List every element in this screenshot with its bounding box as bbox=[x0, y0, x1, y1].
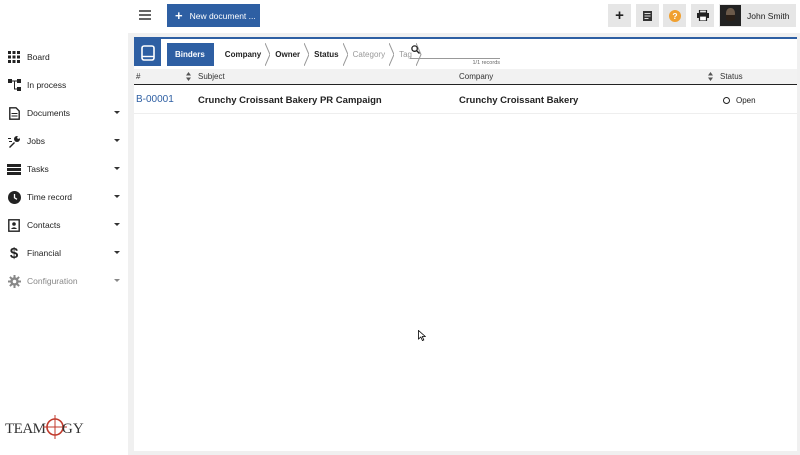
sidebar-item-label: Tasks bbox=[27, 164, 49, 174]
column-header-id[interactable]: # bbox=[136, 72, 140, 81]
sort-icon[interactable] bbox=[708, 72, 713, 81]
filter-breadcrumb: Binders Company Owner Status Category Ta… bbox=[167, 43, 422, 66]
filter-label: Category bbox=[352, 50, 386, 59]
dollar-icon: $ bbox=[9, 244, 19, 262]
filter-label: Status bbox=[314, 50, 339, 59]
filter-label: Binders bbox=[175, 50, 205, 59]
chevron-down-icon bbox=[114, 223, 120, 226]
flow-icon bbox=[7, 78, 21, 92]
mouse-cursor-icon bbox=[418, 330, 426, 341]
help-button[interactable]: ? bbox=[663, 4, 686, 27]
chevron-down-icon bbox=[114, 251, 120, 254]
sidebar-item-label: Documents bbox=[27, 108, 70, 118]
sidebar-item-configuration[interactable]: Configuration bbox=[0, 267, 128, 295]
sidebar-item-contacts[interactable]: Contacts bbox=[0, 211, 128, 239]
binder-view-button[interactable] bbox=[134, 39, 161, 66]
avatar bbox=[720, 5, 741, 26]
chevron-down-icon bbox=[114, 279, 120, 282]
records-count: 1/1 records bbox=[472, 60, 500, 66]
column-header-company[interactable]: Company bbox=[459, 72, 493, 81]
plus-icon: + bbox=[175, 8, 183, 23]
sidebar-item-label: Time record bbox=[27, 192, 73, 202]
sidebar-item-jobs[interactable]: Jobs bbox=[0, 127, 128, 155]
status-open-icon bbox=[723, 97, 730, 104]
notes-icon bbox=[643, 10, 652, 21]
print-button[interactable] bbox=[691, 4, 714, 27]
sidebar-item-label: Contacts bbox=[27, 220, 61, 230]
panel-accent-line bbox=[134, 37, 797, 39]
grid-icon bbox=[7, 50, 21, 64]
document-icon bbox=[7, 106, 21, 120]
chevron-down-icon bbox=[114, 111, 120, 114]
status-badge: Open bbox=[723, 96, 756, 105]
filter-label: Company bbox=[224, 50, 262, 59]
new-document-label: New document ... bbox=[189, 10, 256, 21]
notes-button[interactable] bbox=[636, 4, 659, 27]
filter-label: Owner bbox=[275, 50, 301, 59]
tasks-icon bbox=[7, 162, 21, 176]
sidebar-item-label: In process bbox=[27, 80, 67, 90]
sidebar-item-documents[interactable]: Documents bbox=[0, 99, 128, 127]
sidebar-item-in-process[interactable]: In process bbox=[0, 71, 128, 99]
svg-text:TEAM: TEAM bbox=[5, 421, 46, 437]
filter-company[interactable]: Company bbox=[213, 43, 271, 66]
sidebar-item-label: Financial bbox=[27, 248, 62, 258]
sidebar-item-label: Jobs bbox=[27, 136, 45, 146]
svg-text:GY: GY bbox=[62, 421, 84, 437]
search-icon bbox=[411, 45, 420, 54]
new-document-button[interactable]: + New document ... bbox=[167, 4, 260, 27]
add-icon: + bbox=[615, 7, 624, 24]
sidebar-nav: Board In process Documents Jobs Tasks Ti… bbox=[0, 43, 128, 295]
column-header-subject[interactable]: Subject bbox=[198, 72, 225, 81]
filter-status[interactable]: Status bbox=[309, 43, 349, 66]
sidebar-item-time-record[interactable]: Time record bbox=[0, 183, 128, 211]
user-menu[interactable]: John Smith bbox=[719, 4, 796, 27]
sidebar: Board In process Documents Jobs Tasks Ti… bbox=[0, 0, 128, 455]
svg-text:?: ? bbox=[672, 11, 677, 21]
row-subject: Crunchy Croissant Bakery PR Campaign bbox=[198, 95, 382, 106]
book-icon bbox=[140, 44, 155, 61]
search-box bbox=[410, 45, 500, 59]
gear-icon bbox=[7, 274, 21, 288]
help-icon: ? bbox=[668, 9, 681, 22]
table-row[interactable]: B-00001 Crunchy Croissant Bakery PR Camp… bbox=[134, 86, 797, 114]
chevron-down-icon bbox=[114, 167, 120, 170]
user-name: John Smith bbox=[747, 10, 790, 21]
filter-category[interactable]: Category bbox=[347, 43, 395, 66]
sort-icon[interactable] bbox=[186, 72, 191, 81]
binder-id-link[interactable]: B-00001 bbox=[136, 94, 174, 105]
filter-binders[interactable]: Binders bbox=[167, 43, 220, 66]
search-input[interactable] bbox=[424, 45, 498, 57]
filter-owner[interactable]: Owner bbox=[270, 43, 310, 66]
chevron-down-icon bbox=[114, 195, 120, 198]
sidebar-item-financial[interactable]: $ Financial bbox=[0, 239, 128, 267]
contact-card-icon bbox=[7, 218, 21, 232]
sidebar-item-label: Configuration bbox=[27, 276, 78, 286]
sidebar-item-board[interactable]: Board bbox=[0, 43, 128, 71]
print-icon bbox=[696, 10, 709, 21]
row-company: Crunchy Croissant Bakery bbox=[459, 95, 579, 106]
column-header-status[interactable]: Status bbox=[720, 72, 743, 81]
teamogy-logo: TEAM GY bbox=[5, 413, 89, 439]
sidebar-item-tasks[interactable]: Tasks bbox=[0, 155, 128, 183]
chevron-down-icon bbox=[114, 139, 120, 142]
add-button[interactable]: + bbox=[608, 4, 631, 27]
sidebar-item-label: Board bbox=[27, 52, 50, 62]
clock-icon bbox=[7, 190, 21, 204]
wrench-icon bbox=[7, 134, 21, 148]
menu-toggle-icon[interactable] bbox=[139, 10, 151, 20]
table-header: # Subject Company Status bbox=[134, 69, 797, 85]
status-label: Open bbox=[736, 96, 756, 105]
